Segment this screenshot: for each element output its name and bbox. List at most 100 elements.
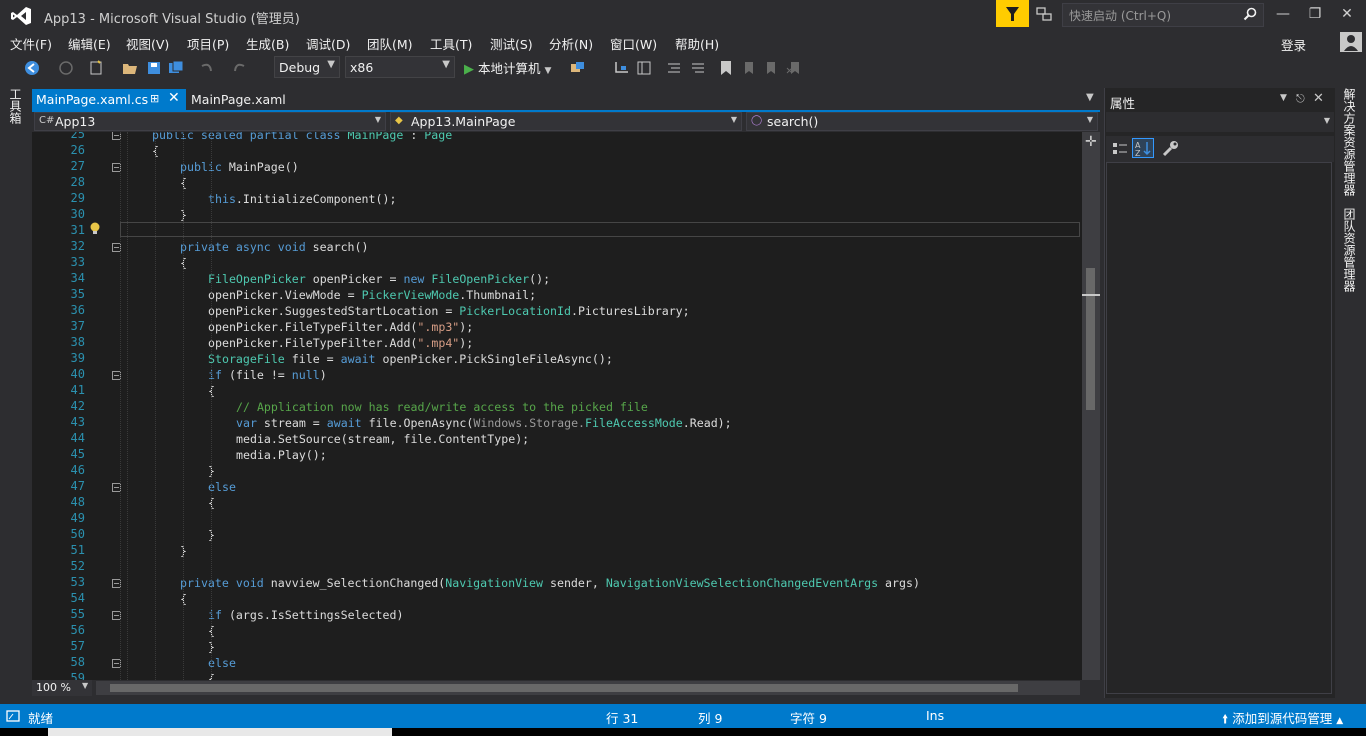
properties-grid[interactable]: [1106, 162, 1332, 694]
line-number: 25: [70, 132, 85, 141]
member-dropdown[interactable]: ◯ search() ▼: [746, 112, 1098, 131]
close-window-button[interactable]: ✕: [1332, 4, 1362, 24]
uncomment-lines-icon[interactable]: [690, 60, 706, 76]
line-number: 36: [70, 303, 85, 317]
line-number: 57: [70, 639, 85, 653]
code-line[interactable]: if (file != null): [208, 368, 327, 382]
line-number: 42: [70, 399, 85, 413]
menu-tools[interactable]: 工具(T): [430, 34, 472, 53]
clear-bookmarks-icon[interactable]: [786, 60, 802, 76]
status-ready: 就绪: [28, 711, 54, 726]
menu-edit[interactable]: 编辑(E): [68, 34, 111, 53]
code-line[interactable]: openPicker.FileTypeFilter.Add(".mp3");: [208, 320, 473, 334]
solution-platform-select[interactable]: x86 ▼: [345, 56, 455, 78]
comment-lines-icon[interactable]: [666, 60, 682, 76]
navigate-back-icon[interactable]: [24, 60, 40, 76]
code-line[interactable]: media.Play();: [236, 448, 327, 462]
code-line[interactable]: openPicker.FileTypeFilter.Add(".mp4");: [208, 336, 473, 350]
save-all-icon[interactable]: [168, 60, 184, 76]
class-dropdown[interactable]: ◆ App13.MainPage ▼: [390, 112, 742, 131]
menu-project[interactable]: 项目(P): [187, 34, 229, 53]
new-project-icon[interactable]: [88, 60, 104, 76]
code-line[interactable]: else: [208, 656, 236, 670]
menu-window[interactable]: 窗口(W): [610, 34, 657, 53]
menu-debug[interactable]: 调试(D): [306, 34, 350, 53]
open-file-icon[interactable]: [122, 60, 138, 76]
code-line[interactable]: public MainPage(): [180, 160, 299, 174]
project-dropdown[interactable]: C# App13 ▼: [34, 112, 386, 131]
menu-file[interactable]: 文件(F): [10, 34, 52, 53]
sign-in-link[interactable]: 登录: [1281, 35, 1306, 54]
solution-explorer-tab[interactable]: 解决方案资源管理器: [1342, 88, 1358, 196]
account-icon[interactable]: [1340, 32, 1362, 52]
properties-object-select[interactable]: ▼: [1106, 112, 1334, 132]
code-line[interactable]: var stream = await file.OpenAsync(Window…: [236, 416, 732, 430]
menu-analyze[interactable]: 分析(N): [549, 34, 593, 53]
menu-view[interactable]: 视图(V): [126, 34, 169, 53]
show-threads-icon[interactable]: [636, 60, 652, 76]
tab-list-dropdown-icon[interactable]: ▼: [1086, 92, 1094, 103]
code-line[interactable]: FileOpenPicker openPicker = new FileOpen…: [208, 272, 550, 286]
project-value: App13: [55, 114, 96, 129]
undo-icon[interactable]: [198, 60, 214, 76]
code-line[interactable]: private void navview_SelectionChanged(Na…: [180, 576, 920, 590]
menu-help[interactable]: 帮助(H): [675, 34, 719, 53]
code-line[interactable]: StorageFile file = await openPicker.Pick…: [208, 352, 613, 366]
lightbulb-icon[interactable]: [88, 221, 102, 237]
categorized-icon[interactable]: [1112, 141, 1128, 157]
restore-button[interactable]: ❐: [1300, 4, 1330, 24]
step-into-icon[interactable]: [614, 60, 630, 76]
line-number: 27: [70, 159, 85, 173]
bookmark-icon[interactable]: [718, 60, 734, 76]
code-line[interactable]: public sealed partial class MainPage : P…: [152, 132, 452, 142]
tab-mainpage-xaml-cs[interactable]: MainPage.xaml.cs ⊞ ✕: [32, 89, 186, 110]
pin-icon[interactable]: ⊞: [150, 92, 159, 105]
save-icon[interactable]: [146, 60, 162, 76]
code-line[interactable]: if (args.IsSettingsSelected): [208, 608, 403, 622]
next-bookmark-icon[interactable]: [762, 60, 778, 76]
quick-launch-placeholder: 快速启动 (Ctrl+Q): [1069, 9, 1172, 23]
zoom-level-select[interactable]: 100 % ▼: [32, 680, 92, 696]
code-line[interactable]: else: [208, 480, 236, 494]
quick-launch-search[interactable]: 快速启动 (Ctrl+Q): [1062, 3, 1264, 27]
code-line[interactable]: openPicker.SuggestedStartLocation = Pick…: [208, 304, 690, 318]
feedback-icon[interactable]: [1036, 6, 1052, 22]
team-explorer-tab[interactable]: 团队资源管理器: [1342, 208, 1358, 292]
code-line[interactable]: // Application now has read/write access…: [236, 400, 648, 414]
solution-configuration-select[interactable]: Debug ▼: [274, 56, 340, 78]
menu-test[interactable]: 测试(S): [490, 34, 533, 53]
line-number: 47: [70, 479, 85, 493]
line-number: 44: [70, 431, 85, 445]
code-line[interactable]: media.SetSource(stream, file.ContentType…: [236, 432, 529, 446]
line-number: 52: [70, 559, 85, 573]
vertical-scrollbar-thumb[interactable]: [1086, 268, 1095, 410]
code-line[interactable]: private async void search(): [180, 240, 369, 254]
menu-build[interactable]: 生成(B): [246, 34, 289, 53]
alphabetical-button[interactable]: AZ: [1132, 138, 1154, 158]
close-tab-icon[interactable]: ✕: [168, 90, 180, 106]
navigate-forward-icon[interactable]: [58, 60, 74, 76]
menu-team[interactable]: 团队(M): [367, 34, 413, 53]
code-line[interactable]: this.InitializeComponent();: [208, 192, 396, 206]
chevron-down-icon: ▼: [1086, 115, 1093, 124]
previous-bookmark-icon[interactable]: [740, 60, 756, 76]
wrench-icon[interactable]: [1162, 140, 1180, 158]
panel-menu-icon[interactable]: ▼: [1280, 93, 1287, 103]
tab-mainpage-xaml[interactable]: MainPage.xaml: [191, 92, 286, 107]
close-panel-icon[interactable]: ✕: [1313, 91, 1324, 106]
split-window-icon[interactable]: ✛: [1085, 134, 1097, 150]
toolbox-tab[interactable]: 工具箱: [8, 88, 24, 124]
code-line[interactable]: openPicker.ViewMode = PickerViewMode.Thu…: [208, 288, 536, 302]
code-editor[interactable]: 25 public sealed partial class MainPage :…: [50, 132, 1082, 680]
browser-link-icon[interactable]: [570, 60, 586, 76]
minimize-button[interactable]: —: [1268, 4, 1298, 24]
line-number: 40: [70, 367, 85, 381]
notification-filter-button[interactable]: [996, 0, 1029, 27]
source-control-label: 添加到源代码管理: [1232, 711, 1333, 726]
output-window-icon[interactable]: [6, 709, 20, 723]
search-icon[interactable]: [1243, 7, 1257, 21]
redo-icon[interactable]: [232, 60, 248, 76]
pin-icon[interactable]: ⎋: [1296, 92, 1305, 106]
start-debugging-button[interactable]: ▶ 本地计算机 ▼: [464, 58, 551, 78]
horizontal-scrollbar-thumb[interactable]: [110, 684, 1018, 692]
